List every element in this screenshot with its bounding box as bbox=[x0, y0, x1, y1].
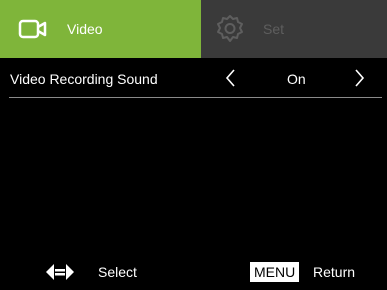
setting-row-video-recording-sound[interactable]: Video Recording Sound On bbox=[0, 58, 387, 98]
row-divider bbox=[9, 97, 382, 98]
settings-panel: Video Recording Sound On bbox=[0, 58, 387, 255]
video-camera-icon bbox=[18, 19, 47, 39]
tab-bar: Video Set bbox=[0, 0, 387, 58]
setting-label: Video Recording Sound bbox=[10, 71, 158, 87]
tab-video-label: Video bbox=[67, 21, 103, 37]
footer-hint-bar: Select MENU Return bbox=[0, 255, 387, 290]
select-hint-label: Select bbox=[98, 264, 137, 280]
setting-value: On bbox=[287, 71, 306, 87]
chevron-left-icon[interactable] bbox=[223, 69, 239, 87]
tab-video[interactable]: Video bbox=[0, 0, 201, 58]
gear-icon bbox=[217, 15, 243, 42]
tab-set[interactable]: Set bbox=[201, 0, 387, 58]
menu-key-badge: MENU bbox=[250, 262, 300, 282]
dpad-left-right-icon bbox=[46, 264, 74, 280]
chevron-right-icon[interactable] bbox=[351, 69, 367, 87]
return-hint-label: Return bbox=[313, 264, 356, 280]
tab-set-label: Set bbox=[263, 21, 285, 37]
